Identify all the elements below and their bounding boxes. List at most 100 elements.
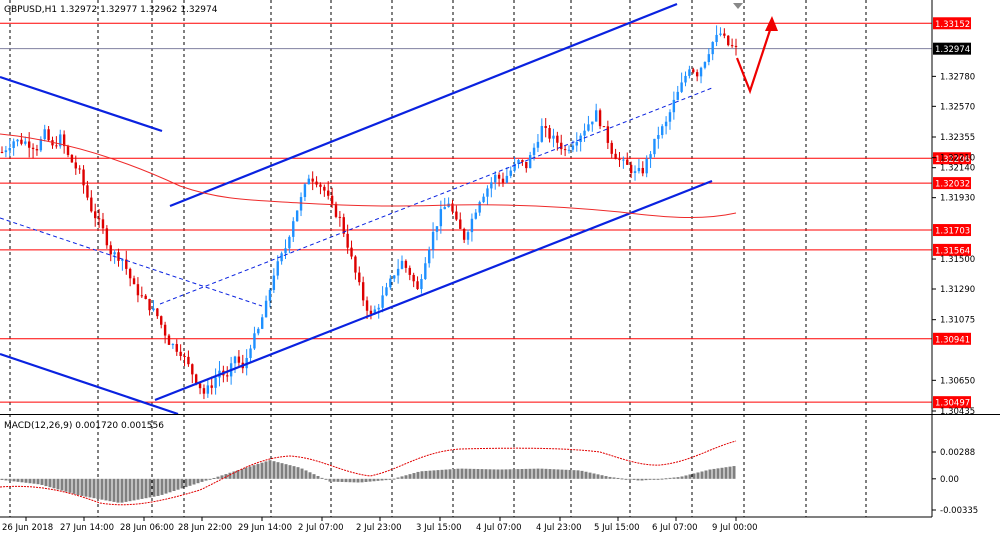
macd-histogram-bar xyxy=(196,478,200,484)
candle-body xyxy=(680,82,683,92)
macd-histogram-bar xyxy=(44,478,48,487)
macd-histogram-bar xyxy=(508,469,512,479)
macd-histogram-bar xyxy=(272,461,276,479)
macd-histogram-bar xyxy=(256,463,260,479)
candle-body xyxy=(688,69,691,76)
macd-histogram-bar xyxy=(20,478,24,483)
macd-tick-label: 0.00288 xyxy=(940,448,975,458)
macd-histogram-bar xyxy=(24,478,28,483)
macd-histogram-bar xyxy=(496,469,500,479)
macd-histogram-bar xyxy=(636,478,640,481)
candle-body xyxy=(66,146,70,155)
candle-body xyxy=(369,310,373,315)
macd-histogram-bar xyxy=(240,468,244,479)
macd-histogram-bar xyxy=(600,475,604,479)
macd-histogram-bar xyxy=(392,478,396,480)
macd-histogram-bar xyxy=(596,474,600,479)
macd-histogram-bar xyxy=(652,478,656,480)
current-price-label: 1.32974 xyxy=(935,45,970,55)
candle-body xyxy=(191,364,194,375)
macd-histogram-bar xyxy=(360,478,364,483)
macd-histogram-bar xyxy=(648,478,652,480)
macd-histogram-bar xyxy=(452,468,456,479)
time-tick-label: 2 Jul 07:00 xyxy=(298,523,344,533)
macd-histogram-bar xyxy=(688,474,692,479)
candle-body xyxy=(622,159,625,161)
candle-body xyxy=(226,375,229,377)
candle-body xyxy=(39,139,43,151)
macd-histogram-bar xyxy=(96,478,100,499)
candle-body xyxy=(361,282,365,301)
candle-body xyxy=(330,195,334,204)
candle-body xyxy=(148,299,151,311)
macd-histogram-bar xyxy=(656,478,660,480)
macd-histogram-bar xyxy=(684,475,688,479)
price-tick-label: 1.32780 xyxy=(940,72,975,82)
candle-body xyxy=(435,226,439,232)
macd-histogram-bar xyxy=(708,469,712,479)
macd-histogram-bar xyxy=(116,478,120,503)
macd-histogram-bar xyxy=(172,478,176,492)
candle-body xyxy=(249,348,252,358)
macd-histogram-bar xyxy=(540,468,544,479)
candle-body xyxy=(381,295,384,308)
macd-histogram-bar xyxy=(584,471,588,479)
candle-body xyxy=(82,169,85,186)
macd-histogram-bar xyxy=(144,478,148,499)
candle-body xyxy=(532,147,536,156)
macd-histogram-bar xyxy=(168,478,172,493)
macd-histogram-bar xyxy=(568,469,572,479)
macd-histogram-bar xyxy=(276,462,280,479)
macd-histogram-bar xyxy=(252,465,256,479)
macd-histogram-bar xyxy=(8,478,12,481)
macd-histogram-bar xyxy=(128,478,132,502)
candle-body xyxy=(167,335,171,345)
candle-body xyxy=(676,91,679,100)
candle-body xyxy=(327,190,330,196)
candle-body xyxy=(117,252,120,261)
macd-histogram-bar xyxy=(108,478,112,502)
macd-histogram-bar xyxy=(236,470,240,479)
time-tick-label: 29 Jun 14:00 xyxy=(238,523,292,533)
macd-histogram-bar xyxy=(192,478,196,485)
candle-body xyxy=(264,300,268,318)
candle-body xyxy=(393,275,396,279)
macd-histogram-bar xyxy=(444,469,448,479)
macd-histogram-bar xyxy=(124,478,128,502)
macd-histogram-bar xyxy=(68,478,72,493)
candle-body xyxy=(175,344,178,352)
candle-body xyxy=(55,145,58,147)
macd-histogram-bar xyxy=(680,476,684,479)
macd-histogram-bar xyxy=(188,478,192,486)
macd-histogram-bar xyxy=(612,477,616,479)
macd-histogram-bar xyxy=(640,478,644,481)
macd-histogram-bar xyxy=(268,460,272,479)
macd-histogram-bar xyxy=(148,478,152,498)
macd-tick-label: 0.00 xyxy=(940,475,959,485)
macd-histogram-bar xyxy=(616,477,620,479)
candle-body xyxy=(412,274,415,282)
macd-histogram-bar xyxy=(232,471,236,479)
macd-histogram-bar xyxy=(536,468,540,479)
macd-histogram-bar xyxy=(356,478,360,483)
price-tick-label: 1.31500 xyxy=(940,255,975,265)
candle-body xyxy=(307,178,311,185)
macd-histogram-bar xyxy=(312,474,316,479)
macd-histogram-bar xyxy=(56,478,60,490)
macd-histogram-bar xyxy=(512,469,516,479)
candle-body xyxy=(334,203,338,217)
candle-body xyxy=(637,167,641,172)
candle-body xyxy=(657,135,660,139)
candle-body xyxy=(272,275,276,290)
macd-histogram-bar xyxy=(492,469,496,479)
candle-body xyxy=(614,153,617,160)
candle-body xyxy=(94,211,97,219)
candle-body xyxy=(598,110,602,127)
macd-histogram-bar xyxy=(140,478,144,499)
candle-body xyxy=(109,245,112,255)
macd-histogram-bar xyxy=(456,468,460,479)
macd-histogram-bar xyxy=(380,478,384,481)
candle-body xyxy=(695,72,699,77)
macd-histogram-bar xyxy=(136,478,140,500)
macd-histogram-bar xyxy=(420,471,424,479)
